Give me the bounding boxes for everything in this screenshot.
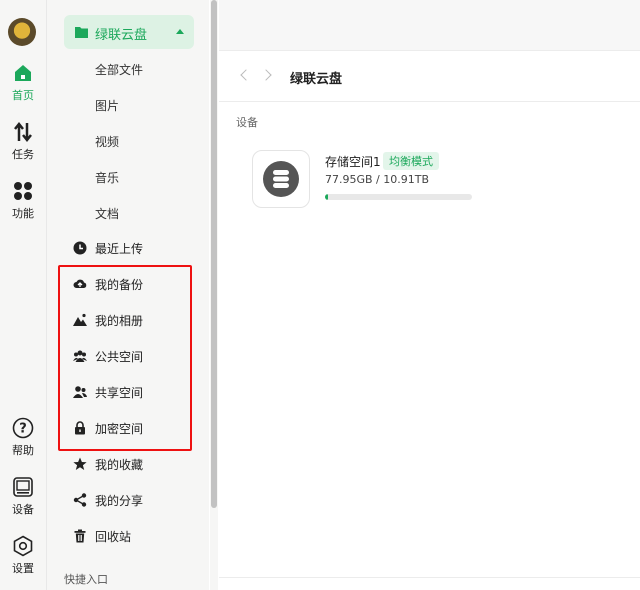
- devices-section-label: 设备: [236, 116, 258, 129]
- rail-item-help[interactable]: ? 帮助: [0, 417, 46, 458]
- device-name[interactable]: 存储空间1: [325, 153, 381, 170]
- highlight-box: [58, 265, 192, 451]
- sidebar-header-cloud-drive[interactable]: 绿联云盘: [64, 15, 194, 49]
- capacity-bar: [325, 194, 472, 200]
- rail-item-devices[interactable]: 设备: [0, 476, 46, 517]
- rail-label: 设备: [12, 503, 34, 516]
- star-icon: [73, 457, 87, 470]
- rail-item-settings[interactable]: 设置: [0, 535, 46, 576]
- mode-badge: 均衡模式: [383, 152, 439, 170]
- capacity-bar-fill: [325, 194, 328, 200]
- sidebar-item-all-files[interactable]: 全部文件: [95, 61, 143, 78]
- sidebar-item-images[interactable]: 图片: [95, 97, 119, 114]
- scrollbar-thumb[interactable]: [211, 0, 217, 508]
- chevron-up-icon[interactable]: [176, 29, 184, 34]
- back-arrow-icon[interactable]: [240, 69, 252, 81]
- sidebar-item-music[interactable]: 音乐: [95, 169, 119, 186]
- device-icon: [13, 477, 33, 497]
- sidebar-scrollbar[interactable]: [210, 0, 218, 590]
- rail-item-home[interactable]: 首页: [0, 62, 46, 103]
- nav-label: 最近上传: [95, 242, 144, 256]
- share-icon: [73, 493, 87, 507]
- rail-label: 帮助: [12, 444, 34, 457]
- storage-device-card[interactable]: [252, 150, 310, 208]
- top-bar: [219, 0, 640, 51]
- sidebar-item-documents[interactable]: 文档: [95, 205, 119, 222]
- nav-label: 回收站: [95, 530, 132, 544]
- transfer-icon: [14, 121, 32, 143]
- page-title: 绿联云盘: [290, 72, 343, 87]
- section-label-shortcuts: 快捷入口: [64, 573, 108, 586]
- nav-label: 我的分享: [95, 494, 144, 508]
- settings-icon: [13, 535, 33, 557]
- svg-text:?: ?: [19, 422, 27, 437]
- avatar[interactable]: [8, 18, 36, 46]
- divider: [219, 577, 640, 578]
- nav-label: 我的收藏: [95, 458, 144, 472]
- rail-label: 任务: [12, 148, 34, 161]
- storage-icon: [263, 161, 299, 197]
- rail-item-tasks[interactable]: 任务: [0, 121, 46, 162]
- sidebar-item-videos[interactable]: 视频: [95, 133, 119, 150]
- forward-arrow-icon[interactable]: [260, 69, 272, 81]
- rail-label: 功能: [12, 207, 34, 220]
- rail-item-features[interactable]: 功能: [0, 180, 46, 221]
- rail-label: 设置: [12, 562, 34, 575]
- home-icon: [15, 65, 31, 81]
- folder-icon: [75, 27, 88, 38]
- rail-label: 首页: [12, 89, 34, 102]
- sidebar-header-label: 绿联云盘: [95, 28, 148, 43]
- device-capacity: 77.95GB / 10.91TB: [325, 173, 430, 186]
- clock-icon: [73, 241, 87, 255]
- help-icon: ?: [12, 417, 34, 439]
- breadcrumb: 绿联云盘: [219, 51, 640, 102]
- trash-icon: [74, 529, 86, 543]
- left-rail: 首页 任务 功能 ? 帮助 设备 设置: [0, 0, 47, 590]
- apps-icon: [14, 182, 32, 200]
